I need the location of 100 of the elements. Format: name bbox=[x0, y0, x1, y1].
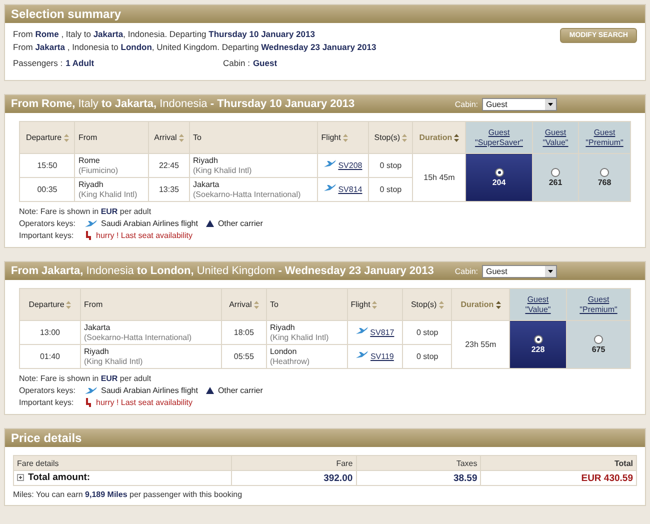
fare-price: 204 bbox=[492, 178, 506, 187]
airport-name: (Heathrow) bbox=[270, 356, 311, 366]
sort-icon bbox=[402, 134, 408, 142]
arrival-time: 22:45 bbox=[158, 160, 180, 170]
column-header[interactable]: Departure bbox=[28, 300, 72, 309]
stops-text: 0 stop bbox=[416, 328, 438, 336]
key-text: Saudi Arabian Airlines flight bbox=[101, 218, 198, 229]
triangle-icon bbox=[206, 387, 214, 394]
key-label: Important keys: bbox=[19, 397, 75, 408]
city-name: Riyadh bbox=[193, 156, 219, 166]
sort-icon bbox=[454, 134, 460, 142]
cabin-label: Cabin: bbox=[454, 266, 478, 276]
plane-icon bbox=[356, 351, 368, 359]
total-amount: EUR 430.59 bbox=[581, 472, 633, 484]
section-title: From Rome, Italy to Jakarta, Indonesia - Thursday 10 January 2013 bbox=[11, 98, 355, 110]
radio-button[interactable] bbox=[551, 168, 560, 177]
stops-text: 0 stop bbox=[380, 184, 402, 194]
panel-title: Selection summary bbox=[11, 7, 122, 21]
radio-button[interactable] bbox=[534, 335, 542, 344]
duration-text: 15h 45m bbox=[424, 172, 455, 182]
departure-time: 01:40 bbox=[40, 352, 60, 360]
city-name: Riyadh bbox=[270, 322, 296, 332]
column-header: To bbox=[193, 133, 202, 142]
city-name: Riyadh bbox=[84, 346, 110, 356]
fare-note: Note: Fare is shown in EUR per adult bbox=[19, 206, 152, 217]
sort-icon bbox=[438, 300, 444, 308]
key-text: hurry ! Last seat availability bbox=[96, 230, 192, 241]
sort-icon bbox=[64, 134, 69, 142]
city-name: Jakarta bbox=[84, 322, 112, 332]
airport-name: (King Khalid Intl) bbox=[78, 190, 138, 200]
fare-price: 675 bbox=[592, 345, 606, 354]
key-label: Important keys: bbox=[19, 230, 75, 241]
flight-number-link[interactable]: SV119 bbox=[370, 352, 394, 362]
triangle-icon bbox=[206, 220, 214, 227]
column-header: Taxes bbox=[456, 458, 478, 468]
expand-icon[interactable] bbox=[17, 474, 24, 481]
panel-title: Price details bbox=[11, 431, 82, 445]
route-summary: From Rome , Italy to Jakarta, Indonesia. Departing Thursday 10 January 2013 bbox=[13, 28, 316, 41]
passengers-text: Passengers : 1 Adult bbox=[13, 58, 96, 68]
sort-icon bbox=[372, 300, 378, 308]
departure-time: 13:00 bbox=[40, 328, 60, 336]
taxes-amount: 38.59 bbox=[453, 472, 478, 484]
plane-icon bbox=[324, 184, 336, 192]
cabin-text: Cabin : Guest bbox=[223, 58, 278, 68]
column-header[interactable]: Stop(s) bbox=[410, 300, 444, 309]
arrival-time: 18:05 bbox=[234, 328, 254, 336]
arrival-time: 05:55 bbox=[234, 352, 254, 360]
radio-button[interactable] bbox=[494, 168, 504, 177]
plane-icon bbox=[324, 160, 336, 168]
airport-name: (Soekarno-Hatta International) bbox=[193, 190, 302, 200]
key-label: Operators keys: bbox=[19, 385, 76, 396]
key-text: Saudi Arabian Airlines flight bbox=[101, 385, 198, 396]
column-header: From bbox=[78, 133, 98, 142]
dropdown-icon bbox=[545, 98, 556, 110]
fare-cell[interactable]: 768 bbox=[578, 154, 630, 202]
seat-icon bbox=[85, 231, 92, 240]
airport-name: (Fiumicino) bbox=[78, 166, 120, 176]
departure-time: 15:50 bbox=[37, 160, 58, 170]
column-header: To bbox=[270, 300, 278, 309]
column-header[interactable]: Arrival bbox=[229, 300, 259, 309]
city-name: Rome bbox=[78, 156, 101, 166]
sort-icon bbox=[66, 300, 72, 308]
route-summary: From Jakarta , Indonesia to London, United Kingdom. Departing Wednesday 23 January 2013 bbox=[13, 41, 376, 54]
cabin-select[interactable]: Guest bbox=[482, 98, 557, 110]
flight-number-link[interactable]: SV817 bbox=[370, 328, 394, 338]
arrival-time: 13:35 bbox=[158, 184, 180, 194]
miles-note: Miles: You can earn 9,189 Miles per passenger with this booking bbox=[13, 490, 244, 499]
total-label: Total amount: bbox=[28, 472, 90, 483]
sort-icon bbox=[342, 134, 348, 142]
fare-cell[interactable]: 228 bbox=[510, 320, 566, 368]
column-header[interactable]: Flight bbox=[350, 300, 378, 309]
fare-price: 261 bbox=[548, 178, 562, 187]
radio-button[interactable] bbox=[594, 335, 603, 344]
column-header: Fare details bbox=[17, 458, 59, 468]
sort-icon bbox=[178, 134, 184, 142]
key-label: Operators keys: bbox=[19, 218, 76, 229]
column-header: Total bbox=[614, 458, 633, 468]
airport-name: (King Khalid Intl) bbox=[270, 332, 330, 342]
fare-cell[interactable]: 204 bbox=[466, 154, 532, 202]
fare-note: Note: Fare is shown in EUR per adult bbox=[19, 373, 152, 384]
plane-icon bbox=[85, 386, 97, 394]
airport-name: (King Khalid Intl) bbox=[193, 166, 253, 176]
plane-icon bbox=[85, 220, 97, 228]
radio-button[interactable] bbox=[600, 168, 609, 177]
fare-cell[interactable]: 261 bbox=[532, 154, 578, 202]
cabin-select[interactable]: Guest bbox=[482, 264, 557, 278]
airport-name: (Soekarno-Hatta International) bbox=[84, 332, 193, 342]
cabin-label: Cabin: bbox=[454, 100, 478, 108]
key-text: hurry ! Last seat availability bbox=[96, 397, 192, 408]
column-header[interactable]: Flight bbox=[321, 133, 348, 142]
fare-amount: 392.00 bbox=[324, 472, 353, 484]
departure-time: 00:35 bbox=[37, 184, 58, 194]
airport-name: (King Khalid Intl) bbox=[84, 356, 144, 366]
stops-text: 0 stop bbox=[416, 352, 438, 360]
fare-cell[interactable]: 675 bbox=[566, 320, 630, 368]
duration-text: 23h 55m bbox=[465, 340, 496, 348]
city-name: Jakarta bbox=[193, 180, 220, 190]
city-name: London bbox=[270, 346, 298, 356]
fare-price: 228 bbox=[531, 345, 545, 354]
column-header: Fare bbox=[336, 458, 353, 468]
